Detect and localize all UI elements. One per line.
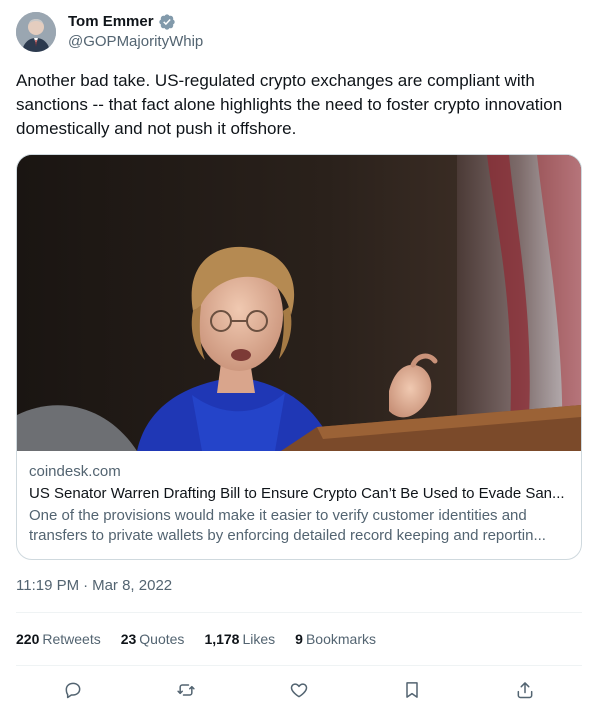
link-card[interactable]: coindesk.com US Senator Warren Drafting … — [16, 154, 582, 560]
quotes-count: 23 — [120, 631, 137, 647]
divider-top — [16, 612, 582, 613]
author-name-row: Tom Emmer — [68, 13, 176, 31]
divider-bottom — [16, 665, 582, 666]
reply-icon — [65, 682, 81, 699]
author-display-name[interactable]: Tom Emmer — [68, 13, 154, 31]
quotes-label: Quotes — [139, 631, 185, 647]
bookmark-icon — [406, 682, 418, 698]
card-domain: coindesk.com — [29, 463, 121, 480]
tweet-header: Tom Emmer @GOPMajorityWhip — [16, 12, 582, 56]
retweets-count: 220 — [16, 631, 40, 647]
quotes-stat[interactable]: 23 Quotes — [121, 629, 185, 649]
reply-button[interactable] — [59, 676, 87, 704]
verified-badge-icon — [158, 14, 175, 30]
retweet-icon — [177, 684, 195, 696]
card-description: One of the provisions would make it easi… — [29, 506, 569, 546]
card-title[interactable]: US Senator Warren Drafting Bill to Ensur… — [29, 484, 569, 504]
card-meta: coindesk.com US Senator Warren Drafting … — [29, 462, 569, 546]
timestamp-separator: · — [83, 577, 89, 594]
retweets-label: Retweets — [42, 631, 101, 647]
author-avatar[interactable] — [16, 12, 56, 52]
likes-stat[interactable]: 1,178 Likes — [204, 629, 275, 649]
like-button[interactable] — [285, 676, 313, 704]
bookmarks-count: 9 — [295, 631, 303, 647]
card-description-line-1: One of the provisions would make it easi… — [29, 507, 527, 524]
retweets-stat[interactable]: 220 Retweets — [16, 629, 101, 649]
tweet-time: 11:19 PM — [16, 577, 80, 594]
action-bar — [16, 676, 582, 704]
share-button[interactable] — [511, 676, 539, 704]
author-handle[interactable]: @GOPMajorityWhip — [68, 33, 203, 51]
heart-icon — [290, 683, 308, 698]
likes-label: Likes — [242, 631, 276, 647]
tweet-text: Another bad take. US-regulated crypto ex… — [16, 71, 563, 138]
share-icon — [517, 682, 533, 699]
bookmarks-label: Bookmarks — [305, 631, 376, 647]
tweet-timestamp[interactable]: 11:19 PM · Mar 8, 2022 — [16, 576, 172, 596]
card-description-line-2: transfers to private wallets by enforcin… — [29, 527, 546, 544]
card-image[interactable] — [17, 155, 581, 451]
retweet-button[interactable] — [172, 676, 200, 704]
engagement-stats: 220 Retweets 23 Quotes 1,178 Likes 9 Bookmar… — [16, 629, 376, 649]
senator-photo — [17, 155, 581, 451]
avatar-image — [16, 12, 56, 52]
tweet-date: Mar 8, 2022 — [92, 577, 173, 594]
bookmark-button[interactable] — [398, 676, 426, 704]
likes-count: 1,178 — [204, 631, 240, 647]
bookmarks-stat[interactable]: 9 Bookmarks — [295, 629, 376, 649]
